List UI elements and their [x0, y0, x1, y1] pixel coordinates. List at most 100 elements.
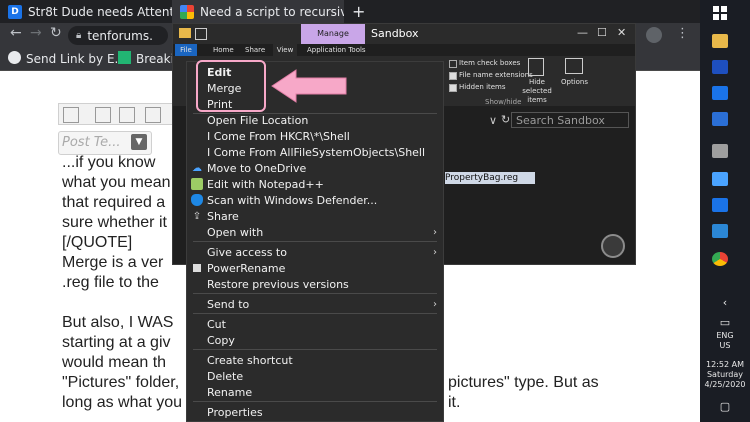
new-tab-button[interactable]: +	[352, 2, 365, 21]
menu-item-hkcr-shell[interactable]: I Come From HKCR\*\Shell	[187, 128, 443, 144]
tab-title: Str8t Dude needs Attention	[28, 4, 172, 19]
maximize-icon[interactable]: ☐	[597, 26, 607, 39]
back-arrow-icon[interactable]: ←	[10, 25, 22, 41]
ribbon-tab-share[interactable]: Share	[245, 46, 265, 54]
checkbox-label: Item check boxes	[459, 59, 521, 67]
browser-tab[interactable]: D Str8t Dude needs Attention	[0, 0, 172, 23]
share-icon: ⇪	[192, 210, 202, 222]
menu-separator	[193, 241, 437, 242]
forum-text-line: starting at a giv	[62, 334, 171, 351]
windows-start-icon[interactable]	[713, 6, 727, 20]
powerrename-icon	[193, 264, 201, 272]
menu-separator	[193, 401, 437, 402]
list-icon[interactable]	[119, 107, 135, 123]
tray-region: US	[719, 341, 731, 350]
forum-text-line: sure whether it	[62, 214, 167, 231]
close-icon[interactable]: ✕	[617, 26, 626, 39]
menu-item-share[interactable]: ⇪ Share	[187, 208, 443, 224]
app-icon[interactable]	[712, 86, 728, 100]
powershell-icon[interactable]	[712, 60, 728, 74]
address-bar[interactable]: 🔒︎ tenforums.	[68, 26, 168, 45]
editor-toolbar	[58, 103, 182, 125]
show-hidden-icons[interactable]: ‹	[700, 296, 750, 309]
options-label[interactable]: Options	[561, 78, 588, 86]
checkbox-checked[interactable]	[449, 72, 457, 80]
ribbon-tab-app-tools[interactable]: Application Tools	[307, 46, 366, 54]
menu-item-edit-with-notepadpp[interactable]: Edit with Notepad++	[187, 176, 443, 192]
forum-text-line: "Pictures" folder,	[62, 374, 180, 391]
tab-favicon-icon: D	[8, 4, 22, 19]
hide-selected-icon[interactable]	[528, 58, 544, 76]
menu-item-move-to-onedrive[interactable]: ☁ Move to OneDrive	[187, 160, 443, 176]
ribbon-tab-file[interactable]: File	[175, 44, 197, 56]
bookmark-icon	[118, 51, 131, 64]
menu-item-send-to[interactable]: Send to ›	[187, 296, 443, 312]
browser-tab-active[interactable]: Need a script to recursivel ✕	[172, 0, 344, 23]
chevron-down-icon[interactable]: ∨	[489, 114, 497, 127]
defender-icon	[191, 194, 203, 206]
forum-text-line: that required a	[62, 194, 166, 211]
tray-day: Saturday	[706, 370, 744, 379]
forum-text-line: long as what you	[62, 394, 183, 411]
menu-item-allfilesystemobjects-shell[interactable]: I Come From AllFileSystemObjects\Shell	[187, 144, 443, 160]
chrome-icon[interactable]	[712, 252, 728, 266]
forward-arrow-icon[interactable]: →	[30, 25, 42, 41]
menu-item-powerrename[interactable]: PowerRename	[187, 260, 443, 276]
ribbon-tabs: File Home Share View Application Tools	[173, 44, 635, 56]
menu-item-delete[interactable]: Delete	[187, 368, 443, 384]
onedrive-icon: ☁	[192, 162, 202, 174]
bookmark-icon	[8, 51, 21, 64]
forum-text-line: But also, I WAS	[62, 314, 174, 331]
selected-file[interactable]: PropertyBag.reg	[445, 172, 535, 184]
network-icon[interactable]: ▭	[700, 316, 750, 329]
table-icon[interactable]	[63, 107, 79, 123]
search-input[interactable]: Search Sandbox	[511, 112, 629, 128]
magnifier-icon	[601, 234, 625, 258]
reload-icon[interactable]: ↻	[50, 25, 62, 41]
menu-item-give-access[interactable]: Give access to ›	[187, 244, 443, 260]
menu-item-open-file-location[interactable]: Open File Location	[187, 112, 443, 128]
menu-item-restore-previous-versions[interactable]: Restore previous versions	[187, 276, 443, 292]
menu-item-open-with[interactable]: Open with ›	[187, 224, 443, 240]
forum-text-line: what you mean	[62, 174, 171, 191]
bookmark-send-link[interactable]: Send Link by E...	[26, 52, 126, 66]
menu-dots-icon[interactable]: ⋮	[676, 26, 689, 41]
app-icon[interactable]	[712, 144, 728, 158]
menu-item-rename[interactable]: Rename	[187, 384, 443, 400]
refresh-icon[interactable]: ↻	[501, 113, 510, 126]
tab-title: Need a script to recursivel	[200, 4, 344, 19]
checkbox[interactable]	[449, 60, 457, 68]
post-template-select[interactable]: Post Te... ▼	[58, 131, 152, 155]
menu-item-copy[interactable]: Copy	[187, 332, 443, 348]
forum-text-line: ...if you know	[62, 154, 156, 171]
menu-item-create-shortcut[interactable]: Create shortcut	[187, 352, 443, 368]
window-title: Sandbox	[371, 27, 419, 40]
settings-icon[interactable]	[712, 112, 728, 126]
app-icon[interactable]	[712, 172, 728, 186]
notepadpp-icon	[191, 178, 203, 190]
menu-item-cut[interactable]: Cut	[187, 316, 443, 332]
mail-icon[interactable]	[712, 198, 728, 212]
minimize-icon[interactable]: —	[577, 26, 588, 39]
tray-time[interactable]: 12:52 AM	[700, 360, 750, 369]
notification-icon[interactable]: ▢	[700, 400, 750, 413]
ribbon-tab-view[interactable]: View	[273, 44, 297, 56]
chevron-down-icon: ▼	[131, 134, 147, 150]
menu-item-scan-defender[interactable]: Scan with Windows Defender...	[187, 192, 443, 208]
manage-tab[interactable]: Manage	[301, 24, 365, 44]
menu-separator	[193, 313, 437, 314]
hide-selected-label[interactable]: Hide selected items	[515, 78, 559, 105]
quote-icon[interactable]	[145, 107, 161, 123]
file-explorer-icon[interactable]	[712, 34, 728, 48]
profile-avatar[interactable]	[646, 27, 662, 43]
ribbon-tab-home[interactable]: Home	[213, 46, 234, 54]
highlight-box	[196, 60, 266, 112]
options-icon[interactable]	[565, 58, 583, 74]
properties-icon[interactable]	[195, 28, 207, 40]
tray-language[interactable]: ENG	[700, 331, 750, 340]
menu-item-properties[interactable]: Properties	[187, 404, 443, 420]
photos-icon[interactable]	[712, 224, 728, 238]
list-icon[interactable]	[95, 107, 111, 123]
forum-text-fragment: pictures" type. But as	[448, 374, 599, 391]
checkbox-checked[interactable]	[449, 84, 457, 92]
